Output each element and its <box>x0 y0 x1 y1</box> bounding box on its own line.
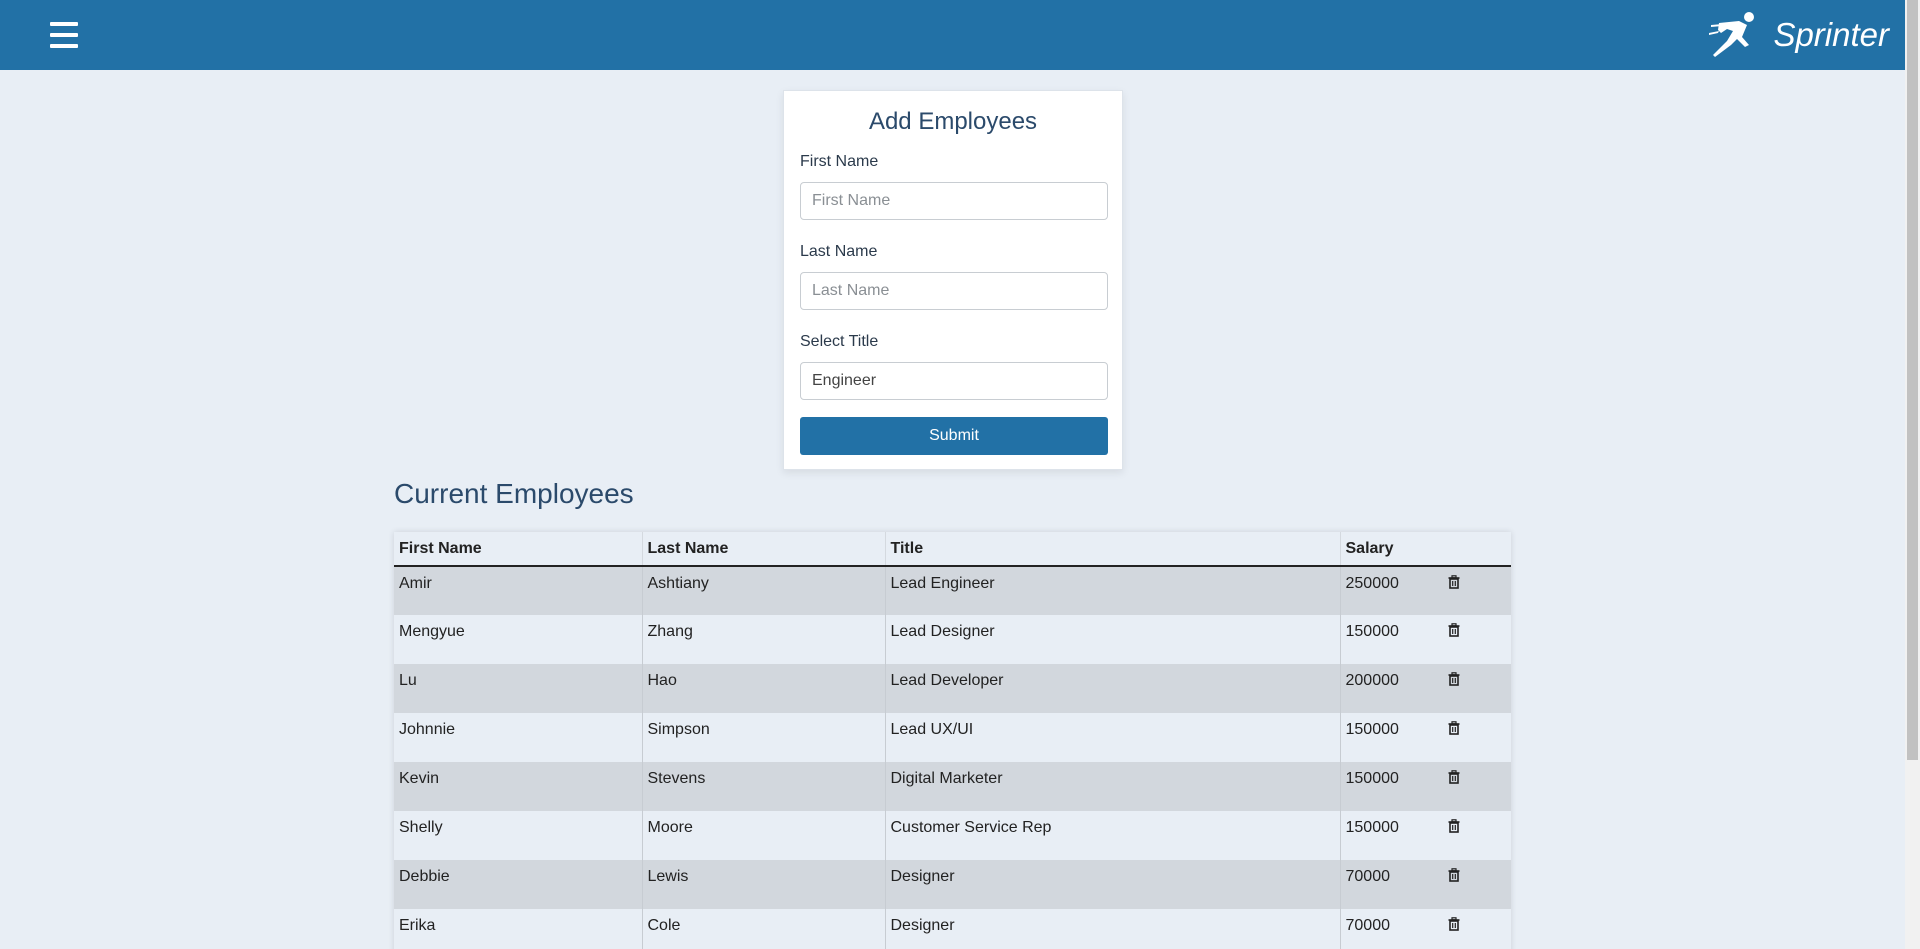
cell-title: Digital Marketer <box>885 762 1341 811</box>
first-name-label: First Name <box>800 153 879 170</box>
running-person-logo <box>1709 12 1755 57</box>
trash-icon[interactable] <box>1447 868 1461 882</box>
form-title: Add Employees <box>868 108 1038 135</box>
cell-title: Lead Developer <box>885 664 1341 713</box>
delete-cell <box>1438 713 1511 762</box>
employees-table-container: First Name Last Name Title Salary Amir As… <box>394 532 1511 949</box>
cell-first-name: Lu <box>394 664 643 713</box>
first-name-input[interactable] <box>800 182 1108 220</box>
column-header-last-name[interactable]: Last Name <box>642 532 886 567</box>
table-row: Johnnie Simpson Lead UX/UI 150000 <box>394 713 1511 762</box>
cell-salary: 150000 <box>1340 713 1438 762</box>
employees-table: First Name Last Name Title Salary Amir As… <box>394 532 1511 949</box>
cell-salary: 150000 <box>1340 811 1438 860</box>
cell-first-name: Johnnie <box>394 713 643 762</box>
select-title-label: Select Title <box>800 333 879 350</box>
table-row: Shelly Moore Customer Service Rep 150000 <box>394 811 1511 860</box>
table-row: Lu Hao Lead Developer 200000 <box>394 664 1511 713</box>
employees-table-body: Amir Ashtiany Lead Engineer 250000 Mengyue Zh… <box>394 566 1511 949</box>
column-header-first-name[interactable]: First Name <box>394 532 643 567</box>
delete-cell <box>1438 615 1511 664</box>
cell-title: Customer Service Rep <box>885 811 1341 860</box>
delete-cell <box>1438 811 1511 860</box>
cell-first-name: Shelly <box>394 811 643 860</box>
trash-icon[interactable] <box>1447 672 1461 686</box>
last-name-input[interactable] <box>800 272 1108 310</box>
table-row: Amir Ashtiany Lead Engineer 250000 <box>394 566 1511 615</box>
cell-first-name: Debbie <box>394 860 643 909</box>
last-name-label: Last Name <box>800 243 878 260</box>
cell-last-name: Cole <box>642 909 886 949</box>
brand[interactable]: Sprinter <box>1709 10 1889 60</box>
cell-first-name: Kevin <box>394 762 643 811</box>
cell-last-name: Ashtiany <box>642 566 886 615</box>
cell-last-name: Simpson <box>642 713 886 762</box>
trash-icon[interactable] <box>1447 770 1461 784</box>
delete-cell <box>1438 762 1511 811</box>
table-row: Kevin Stevens Digital Marketer 150000 <box>394 762 1511 811</box>
table-row: Debbie Lewis Designer 70000 <box>394 860 1511 909</box>
scrollbar-thumb[interactable] <box>1907 0 1918 760</box>
cell-first-name: Amir <box>394 566 643 615</box>
cell-last-name: Zhang <box>642 615 886 664</box>
trash-icon[interactable] <box>1447 623 1461 637</box>
cell-salary: 70000 <box>1340 909 1438 949</box>
employees-section-title: Current Employees <box>394 478 634 509</box>
cell-first-name: Erika <box>394 909 643 949</box>
delete-cell <box>1438 909 1511 949</box>
trash-icon[interactable] <box>1447 819 1461 833</box>
cell-last-name: Moore <box>642 811 886 860</box>
delete-cell <box>1438 566 1511 615</box>
trash-icon[interactable] <box>1447 575 1461 589</box>
trash-icon[interactable] <box>1447 721 1461 735</box>
brand-name: Sprinter <box>1773 16 1889 53</box>
cell-title: Lead Designer <box>885 615 1341 664</box>
column-header-title[interactable]: Title <box>885 532 1341 567</box>
column-header-salary[interactable]: Salary <box>1340 532 1438 567</box>
cell-salary: 150000 <box>1340 615 1438 664</box>
hamburger-icon[interactable] <box>50 20 78 50</box>
cell-title: Designer <box>885 909 1341 949</box>
top-navbar: Sprinter <box>0 0 1905 70</box>
cell-last-name: Hao <box>642 664 886 713</box>
vertical-scrollbar[interactable] <box>1905 0 1920 949</box>
cell-title: Lead UX/UI <box>885 713 1341 762</box>
cell-last-name: Lewis <box>642 860 886 909</box>
submit-button[interactable]: Submit <box>800 417 1108 455</box>
cell-first-name: Mengyue <box>394 615 643 664</box>
cell-title: Designer <box>885 860 1341 909</box>
page: Sprinter Add Employees First Name Last N… <box>0 0 1920 949</box>
cell-last-name: Stevens <box>642 762 886 811</box>
table-header-row: First Name Last Name Title Salary <box>394 532 1511 567</box>
delete-cell <box>1438 664 1511 713</box>
cell-salary: 250000 <box>1340 566 1438 615</box>
delete-cell <box>1438 860 1511 909</box>
table-row: Mengyue Zhang Lead Designer 150000 <box>394 615 1511 664</box>
cell-salary: 70000 <box>1340 860 1438 909</box>
cell-salary: 200000 <box>1340 664 1438 713</box>
cell-title: Lead Engineer <box>885 566 1341 615</box>
table-row: Erika Cole Designer 70000 <box>394 909 1511 949</box>
trash-icon[interactable] <box>1447 917 1461 931</box>
title-select[interactable]: Engineer <box>800 362 1108 400</box>
column-header-actions <box>1438 532 1511 567</box>
cell-salary: 150000 <box>1340 762 1438 811</box>
add-employee-form: Add Employees First Name Last Name Selec… <box>783 90 1123 470</box>
